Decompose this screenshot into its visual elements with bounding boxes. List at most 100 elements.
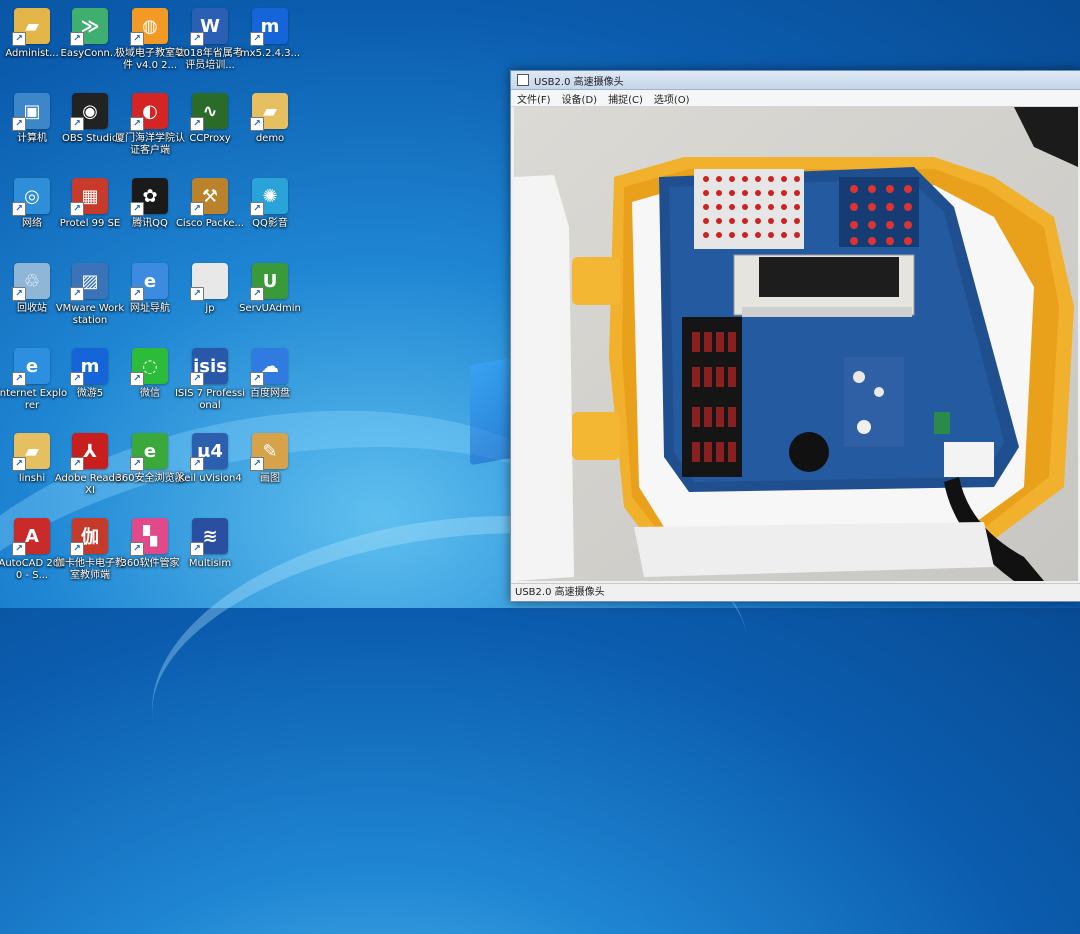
desktop-icon-2[interactable]: ≫ ↗ EasyConn... bbox=[59, 4, 121, 82]
desktop-icon-32[interactable]: 伽 ↗ 伽卡他卡电子教室教师端 bbox=[55, 514, 125, 592]
desktop-icon-7[interactable]: ◉ ↗ OBS Studio bbox=[59, 89, 121, 167]
desktop-icon-25[interactable]: ☁ ↗ 百度网盘 bbox=[239, 344, 301, 422]
shortcut-arrow-icon: ↗ bbox=[250, 457, 264, 471]
desktop-icon-19[interactable]: ↗ jp bbox=[179, 259, 241, 337]
baidu-netdisk-icon: ☁ ↗ bbox=[250, 348, 288, 386]
folder-icon: ▰ ↗ bbox=[12, 433, 50, 471]
menu-device[interactable]: 设备(D) bbox=[562, 91, 598, 106]
auth-client-icon: ◐ ↗ bbox=[130, 93, 168, 131]
vmware-icon: ▨ ↗ bbox=[70, 263, 108, 301]
shortcut-arrow-icon: ↗ bbox=[70, 457, 84, 471]
window-titlebar[interactable]: USB2.0 高速摄像头 bbox=[511, 71, 1080, 90]
shortcut-arrow-icon: ↗ bbox=[12, 32, 26, 46]
shortcut-arrow-icon: ↗ bbox=[190, 457, 204, 471]
app-icon bbox=[517, 74, 529, 86]
desktop-icon-20[interactable]: U ↗ ServUAdmin bbox=[239, 259, 301, 337]
shortcut-arrow-icon: ↗ bbox=[250, 202, 264, 216]
desktop-icon-10[interactable]: ▰ ↗ demo bbox=[239, 89, 301, 167]
desktop-icon-5[interactable]: m ↗ mx5.2.4.3... bbox=[239, 4, 301, 82]
camera-window[interactable]: USB2.0 高速摄像头 文件(F) 设备(D) 捕捉(C) 选项(O) USB… bbox=[510, 70, 1080, 602]
shortcut-arrow-icon: ↗ bbox=[190, 202, 204, 216]
shortcut-arrow-icon: ↗ bbox=[190, 32, 204, 46]
desktop-icon-6[interactable]: ▣ ↗ 计算机 bbox=[1, 89, 63, 167]
shortcut-arrow-icon: ↗ bbox=[12, 117, 26, 131]
desktop-icon-13[interactable]: ✿ ↗ 腾讯QQ bbox=[119, 174, 181, 252]
desktop-icon-1[interactable]: ▰ ↗ Administ... bbox=[1, 4, 63, 82]
qq-player-icon: ✺ ↗ bbox=[250, 178, 288, 216]
desktop-icon-14[interactable]: ⚒ ↗ Cisco Packe... bbox=[176, 174, 244, 252]
desktop-icon-label: mx5.2.4.3... bbox=[239, 48, 301, 59]
shortcut-arrow-icon: ↗ bbox=[190, 117, 204, 131]
desktop-icon-28[interactable]: e ↗ 360安全浏览器 bbox=[115, 429, 185, 507]
desktop-icon-21[interactable]: e ↗ Internet Explorer bbox=[0, 344, 67, 422]
desktop-icon-22[interactable]: m ↗ 微游5 bbox=[59, 344, 121, 422]
menu-options[interactable]: 选项(O) bbox=[654, 91, 690, 106]
recycle-bin-icon: ♲ ↗ bbox=[12, 263, 50, 301]
desktop-icon-23[interactable]: ◌ ↗ 微信 bbox=[119, 344, 181, 422]
shortcut-arrow-icon: ↗ bbox=[250, 287, 264, 301]
shortcut-arrow-icon: ↗ bbox=[130, 457, 144, 471]
shortcut-arrow-icon: ↗ bbox=[70, 32, 84, 46]
desktop-icon-label: Multisim bbox=[188, 558, 232, 569]
desktop-icon-27[interactable]: ⅄ ↗ Adobe Reader XI bbox=[55, 429, 125, 507]
word-document-icon: W ↗ bbox=[190, 8, 228, 46]
protel-icon: ▦ ↗ bbox=[70, 178, 108, 216]
servu-admin-icon: U ↗ bbox=[250, 263, 288, 301]
shortcut-arrow-icon: ↗ bbox=[70, 117, 84, 131]
menu-file[interactable]: 文件(F) bbox=[517, 91, 551, 106]
menu-capture[interactable]: 捕捉(C) bbox=[608, 91, 643, 106]
multisim-icon: ≋ ↗ bbox=[190, 518, 228, 556]
shortcut-arrow-icon: ↗ bbox=[250, 32, 264, 46]
shortcut-arrow-icon: ↗ bbox=[12, 372, 26, 386]
360-software-manager-icon: ▚ ↗ bbox=[130, 518, 168, 556]
camera-preview bbox=[514, 107, 1078, 581]
desktop-icon-11[interactable]: ◎ ↗ 网络 bbox=[1, 174, 63, 252]
desktop-icon-33[interactable]: ▚ ↗ 360软件管家 bbox=[119, 514, 181, 592]
dev-board-video-frame bbox=[514, 107, 1078, 581]
shortcut-arrow-icon: ↗ bbox=[130, 542, 144, 556]
desktop-icon-3[interactable]: ◍ ↗ 极域电子教室软件 v4.0 2... bbox=[115, 4, 185, 82]
shortcut-arrow-icon: ↗ bbox=[70, 202, 84, 216]
desktop-icon-12[interactable]: ▦ ↗ Protel 99 SE bbox=[59, 174, 121, 252]
shortcut-arrow-icon: ↗ bbox=[190, 542, 204, 556]
desktop-icon-label: ServUAdmin bbox=[239, 303, 301, 314]
desktop-icon-15[interactable]: ✺ ↗ QQ影音 bbox=[239, 174, 301, 252]
desktop-icon-34[interactable]: ≋ ↗ Multisim bbox=[179, 514, 241, 592]
desktop-icon-4[interactable]: W ↗ 2018年省属考评员培训... bbox=[177, 4, 243, 82]
desktop-icon-9[interactable]: ∿ ↗ CCProxy bbox=[179, 89, 241, 167]
shortcut-arrow-icon: ↗ bbox=[70, 542, 84, 556]
jiaka-classroom-icon: 伽 ↗ bbox=[70, 518, 108, 556]
shortcut-arrow-icon: ↗ bbox=[130, 32, 144, 46]
shortcut-arrow-icon: ↗ bbox=[130, 287, 144, 301]
status-bar: USB2.0 高速摄像头 bbox=[511, 583, 1080, 601]
obs-studio-icon: ◉ ↗ bbox=[70, 93, 108, 131]
360-browser-icon: e ↗ bbox=[130, 433, 168, 471]
shortcut-arrow-icon: ↗ bbox=[12, 287, 26, 301]
keil-icon: μ4 ↗ bbox=[190, 433, 228, 471]
shortcut-arrow-icon: ↗ bbox=[12, 457, 26, 471]
desktop-icon-17[interactable]: ▨ ↗ VMware Workstation bbox=[56, 259, 124, 337]
desktop-icon-label: 百度网盘 bbox=[250, 388, 290, 399]
easyconnect-icon: ≫ ↗ bbox=[70, 8, 108, 46]
maxthon-5-icon: m ↗ bbox=[70, 348, 108, 386]
shortcut-arrow-icon: ↗ bbox=[250, 372, 264, 386]
shortcut-arrow-icon: ↗ bbox=[250, 117, 264, 131]
ccproxy-icon: ∿ ↗ bbox=[190, 93, 228, 131]
classroom-software-icon: ◍ ↗ bbox=[130, 8, 168, 46]
desktop-icon-24[interactable]: isis ↗ ISIS 7 Professional bbox=[175, 344, 245, 422]
desktop-icon-30[interactable]: ✎ ↗ 画图 bbox=[239, 429, 301, 507]
internet-explorer-icon: e ↗ bbox=[12, 348, 50, 386]
computer-icon: ▣ ↗ bbox=[12, 93, 50, 131]
shortcut-arrow-icon: ↗ bbox=[130, 372, 144, 386]
desktop-icon-label: 画图 bbox=[260, 473, 280, 484]
folder-icon: ▰ ↗ bbox=[250, 93, 288, 131]
desktop-icon-29[interactable]: μ4 ↗ Keil uVision4 bbox=[178, 429, 242, 507]
desktop-icon-8[interactable]: ◐ ↗ 厦门海洋学院认证客户端 bbox=[115, 89, 185, 167]
maxthon-icon: m ↗ bbox=[250, 8, 288, 46]
desktop-icon-18[interactable]: e ↗ 网址导航 bbox=[119, 259, 181, 337]
isis-icon: isis ↗ bbox=[190, 348, 228, 386]
ie-navigation-icon: e ↗ bbox=[130, 263, 168, 301]
autocad-icon: A ↗ bbox=[12, 518, 50, 556]
shortcut-arrow-icon: ↗ bbox=[190, 287, 204, 301]
user-folder-icon: ▰ ↗ bbox=[12, 8, 50, 46]
